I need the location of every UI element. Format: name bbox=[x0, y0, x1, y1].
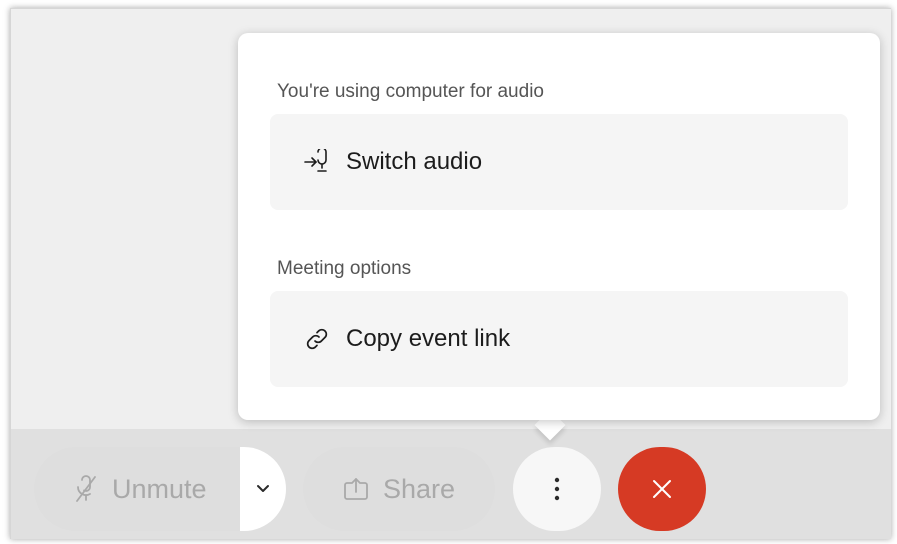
end-call-button[interactable] bbox=[618, 447, 706, 531]
switch-audio-icon bbox=[304, 149, 330, 175]
copy-event-link-label: Copy event link bbox=[346, 325, 511, 352]
more-options-icon bbox=[554, 477, 560, 501]
close-icon bbox=[651, 478, 673, 500]
link-icon bbox=[304, 326, 330, 352]
unmute-label: Unmute bbox=[112, 473, 207, 504]
meeting-window: Unmute Share You're using computer for a… bbox=[10, 8, 891, 539]
microphone-muted-icon bbox=[74, 475, 98, 503]
unmute-button[interactable]: Unmute bbox=[34, 447, 240, 531]
switch-audio-label: Switch audio bbox=[346, 148, 483, 175]
audio-options-dropdown[interactable] bbox=[240, 447, 286, 531]
more-options-popover: You're using computer for audio Switch a… bbox=[238, 33, 880, 420]
share-label: Share bbox=[382, 473, 456, 504]
unmute-button-group: Unmute bbox=[34, 447, 286, 531]
audio-section-label: You're using computer for audio bbox=[277, 81, 544, 102]
copy-event-link-menu-item[interactable]: Copy event link bbox=[270, 291, 848, 387]
chevron-down-icon bbox=[256, 484, 270, 494]
meeting-options-section-label: Meeting options bbox=[277, 258, 412, 279]
share-button[interactable]: Share bbox=[303, 447, 495, 531]
share-icon bbox=[343, 477, 369, 501]
switch-audio-menu-item[interactable]: Switch audio bbox=[270, 114, 848, 210]
more-options-button[interactable] bbox=[513, 447, 601, 531]
